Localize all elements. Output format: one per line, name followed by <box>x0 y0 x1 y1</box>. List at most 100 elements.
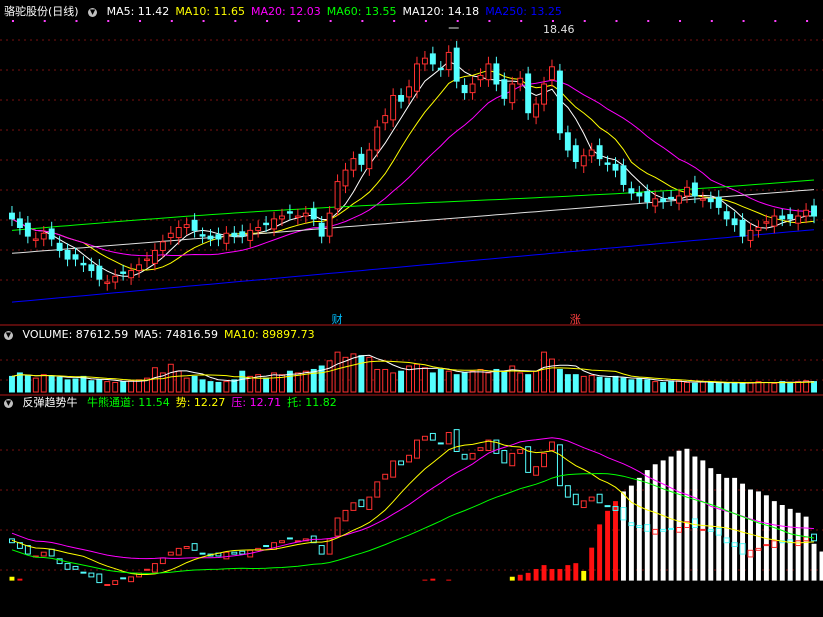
indicator-candle <box>477 447 484 452</box>
volume-bar <box>128 380 135 393</box>
volume-bar <box>96 379 103 393</box>
candle <box>437 61 444 77</box>
candle <box>660 191 667 209</box>
indicator-candle <box>263 545 270 548</box>
volume-bar <box>525 374 532 393</box>
candle <box>255 220 262 238</box>
trend-bar <box>795 512 801 581</box>
volume-bar <box>429 372 436 393</box>
candle <box>326 205 333 244</box>
indicator-candle <box>374 481 381 498</box>
volume-bar <box>453 374 460 393</box>
volume-bar <box>628 379 635 393</box>
candle <box>596 138 603 166</box>
candle <box>56 236 63 258</box>
ma250-line <box>11 229 815 303</box>
trend-bar <box>597 524 603 581</box>
indicator-candle <box>572 493 579 506</box>
trend-bar <box>676 450 682 581</box>
indicator-candle <box>453 429 460 452</box>
candle <box>509 76 516 110</box>
trend-bar <box>565 565 571 581</box>
volume-bar <box>16 372 23 393</box>
ma-legend-item-4: MA120: 14.18 <box>402 5 480 18</box>
indicator-candle <box>128 576 135 583</box>
candle <box>239 224 246 244</box>
volume-bar <box>48 375 55 393</box>
signal-dot <box>361 20 364 22</box>
volume-bar <box>580 375 587 393</box>
volume-bar <box>239 370 246 393</box>
volume-bar <box>477 368 484 393</box>
chevron-down-icon[interactable]: ▼ <box>88 7 98 17</box>
indicator-candle <box>80 571 87 574</box>
signal-dot <box>520 20 523 22</box>
volume-bar <box>533 370 540 393</box>
volume-bar <box>374 368 381 393</box>
candle <box>811 198 817 224</box>
trend-bar <box>620 491 626 581</box>
signal-dot <box>266 20 269 22</box>
volume-bar <box>326 360 333 393</box>
volume-bar <box>723 382 730 393</box>
volume-bar <box>747 381 754 393</box>
indicator-candle <box>556 444 563 487</box>
volume-bar <box>437 368 444 393</box>
candle <box>64 243 71 267</box>
volume-bar <box>421 367 428 393</box>
volume-bar <box>231 379 238 393</box>
candle <box>32 231 39 248</box>
volume-bar <box>691 382 698 393</box>
indicator-candle <box>382 473 389 480</box>
chevron-down-icon[interactable]: ▼ <box>4 398 13 408</box>
volume-legend-item-2: MA10: 89897.73 <box>223 328 315 341</box>
volume-bar <box>636 378 643 393</box>
indicator-title: 反弹趋势牛 <box>22 396 78 409</box>
trend-bar <box>573 563 579 581</box>
candle <box>652 191 659 214</box>
volume-bar <box>501 370 508 393</box>
trend-bar <box>724 477 730 581</box>
candle <box>461 78 468 100</box>
volume-ma10-line <box>11 360 815 384</box>
volume-bar <box>334 351 341 393</box>
indicator-candle <box>604 505 611 508</box>
candle <box>96 259 103 287</box>
event-badge-1[interactable]: 涨 <box>570 311 581 327</box>
indicator-candle <box>406 454 412 463</box>
chevron-down-icon[interactable]: ▼ <box>4 330 13 340</box>
candle <box>48 221 55 247</box>
event-badge-0[interactable]: 财 <box>332 311 343 327</box>
candle <box>676 188 682 211</box>
volume-bar <box>684 381 690 393</box>
volume-bar <box>731 381 738 393</box>
kline-chart <box>0 20 823 586</box>
candle <box>310 201 317 227</box>
trend-bar <box>684 448 690 581</box>
high-price-label: 18.46 <box>543 23 575 36</box>
indicator-candle <box>564 485 571 498</box>
volume-bar <box>358 355 365 393</box>
candle <box>199 227 206 244</box>
volume-bar <box>120 381 127 393</box>
indicator-candle <box>151 563 158 573</box>
candle <box>151 243 158 271</box>
volume-bar <box>271 372 277 393</box>
volume-bar <box>660 381 667 393</box>
trend-bar <box>708 468 714 581</box>
candle <box>517 71 524 92</box>
candle <box>159 234 166 258</box>
candle <box>493 56 500 92</box>
indicator-candle <box>501 450 508 464</box>
candle <box>390 88 397 128</box>
candle <box>231 226 238 244</box>
candle <box>477 68 484 87</box>
indicator-candle <box>596 493 603 504</box>
indicator-candle <box>541 452 547 468</box>
indicator-candle <box>668 527 675 530</box>
signal-dot <box>139 20 142 22</box>
candle <box>747 223 754 248</box>
candle <box>24 216 31 244</box>
volume-bar <box>485 372 492 393</box>
candle <box>350 151 357 178</box>
